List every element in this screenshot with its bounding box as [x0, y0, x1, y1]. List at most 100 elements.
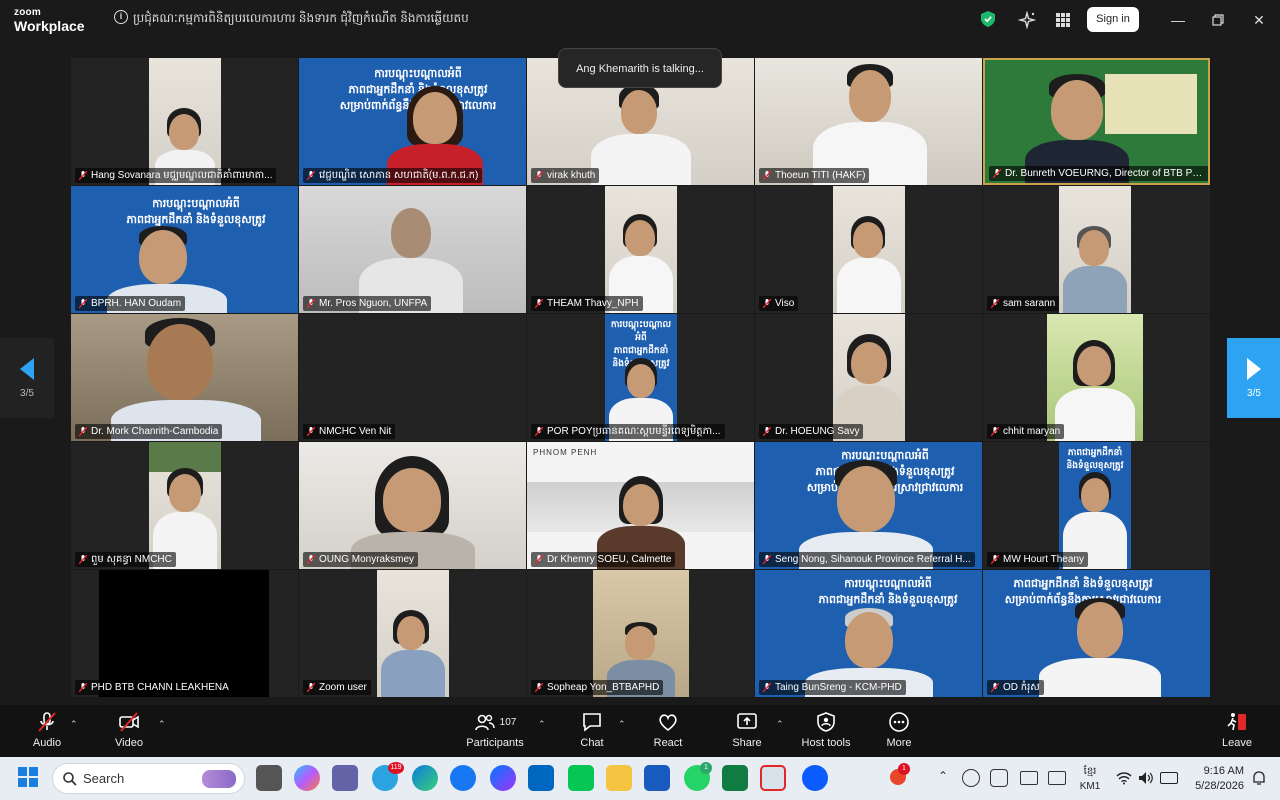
- pen-icon[interactable]: [990, 769, 1008, 787]
- video-button[interactable]: Video: [113, 711, 145, 755]
- video-tile[interactable]: Dr. Bunreth VOEURNG, Director of BTB PH.…: [983, 58, 1210, 185]
- chevron-up-icon[interactable]: ⌃: [938, 769, 948, 783]
- line-icon[interactable]: [568, 765, 594, 791]
- restore-icon[interactable]: [1208, 10, 1228, 30]
- video-off-icon: [119, 712, 139, 732]
- video-tile[interactable]: PHD BTB CHANN LEAKHENA: [71, 570, 298, 697]
- video-tile[interactable]: ការបណ្តុះបណ្តាលអំពីភាពជាអ្នកដឹកនាំ និងទំ…: [527, 314, 754, 441]
- word-icon[interactable]: [644, 765, 670, 791]
- host-tools-button[interactable]: Host tools: [800, 711, 852, 755]
- wifi-icon[interactable]: [1116, 771, 1132, 785]
- system-clock[interactable]: 9:16 AM 5/28/2026: [1188, 764, 1244, 794]
- ai-companion-icon[interactable]: [1014, 7, 1040, 33]
- video-tile[interactable]: ការបណ្តុះបណ្តាលអំពីភាពជាអ្នកដឹកនាំ និងទំ…: [755, 570, 982, 697]
- snipping-tool-icon[interactable]: [760, 765, 786, 791]
- participant-name: Viso: [759, 296, 799, 311]
- taskbar-search-box[interactable]: Search: [52, 763, 245, 794]
- telegram-badge: 119: [388, 762, 404, 774]
- video-tile[interactable]: NMCHC Ven Nit: [299, 314, 526, 441]
- phnom-penh-text: PHNOM PENH: [533, 448, 598, 457]
- network-status-icon[interactable]: [962, 769, 980, 787]
- muted-mic-icon: [79, 171, 87, 180]
- video-tile[interactable]: Dr. Mork Chanrith-Cambodia: [71, 314, 298, 441]
- participants-button[interactable]: 107 Participants: [466, 711, 524, 755]
- windows-start-icon[interactable]: [16, 765, 42, 791]
- previous-page-button[interactable]: 3/5: [0, 338, 54, 418]
- muted-mic-icon: [38, 712, 56, 732]
- audio-button[interactable]: Audio: [30, 711, 64, 755]
- close-icon[interactable]: ✕: [1249, 10, 1269, 30]
- video-tile[interactable]: Thoeun TITI (HAKF): [755, 58, 982, 185]
- video-tile[interactable]: ការបណ្តុះបណ្តាលអំពីភាពជាអ្នកដឹកនាំ និងទំ…: [71, 186, 298, 313]
- excel-icon[interactable]: [722, 765, 748, 791]
- volume-icon[interactable]: [1138, 771, 1154, 785]
- video-tile[interactable]: Mr. Pros Nguon, UNFPA: [299, 186, 526, 313]
- video-tile[interactable]: chhit maryan: [983, 314, 1210, 441]
- display-icon[interactable]: [1048, 771, 1066, 785]
- title-bar: zoom Workplace i ប្រជុំគណៈកម្មការពិនិត្យ…: [0, 0, 1280, 40]
- brand-line1: zoom: [14, 7, 41, 18]
- video-tile[interactable]: ការបណ្តុះបណ្តាលអំពីភាពជាអ្នកដឹកនាំ និងទំ…: [299, 58, 526, 185]
- video-tile[interactable]: THEAM Thavy_NPH: [527, 186, 754, 313]
- telegram-icon[interactable]: 119: [372, 762, 404, 791]
- share-options-caret[interactable]: ⌃: [776, 719, 784, 730]
- participants-count: 107: [499, 716, 517, 728]
- keyboard-icon[interactable]: [1020, 771, 1038, 785]
- participant-name: Sopheap Yon_BTBAPHD: [531, 680, 664, 695]
- react-button[interactable]: React: [652, 711, 684, 755]
- participant-name: sam sarann: [987, 296, 1060, 311]
- facebook-icon[interactable]: [450, 765, 476, 791]
- video-tile[interactable]: OUNG Monyraksmey: [299, 442, 526, 569]
- notification-bell-icon[interactable]: [1250, 769, 1268, 787]
- sign-in-button[interactable]: Sign in: [1087, 7, 1139, 32]
- zoom-taskbar-icon[interactable]: [802, 765, 828, 791]
- copilot-icon[interactable]: [294, 765, 320, 791]
- video-tile[interactable]: ពួម សុគន្ធា NMCHC: [71, 442, 298, 569]
- video-tile[interactable]: Zoom user: [299, 570, 526, 697]
- chat-icon: [583, 713, 601, 732]
- clock-time: 9:16 AM: [1203, 765, 1244, 777]
- shield-icon: [817, 712, 835, 732]
- page-indicator-left: 3/5: [20, 387, 34, 399]
- video-options-caret[interactable]: ⌃: [158, 719, 166, 730]
- video-tile[interactable]: ការបណ្តុះបណ្តាលអំពីភាពជាអ្នកដឹកនាំ និងទំ…: [755, 442, 982, 569]
- teams-icon[interactable]: [332, 765, 358, 791]
- share-button[interactable]: Share: [732, 711, 762, 755]
- chat-button[interactable]: Chat: [578, 711, 606, 755]
- edge-icon[interactable]: [412, 765, 438, 791]
- chat-options-caret[interactable]: ⌃: [618, 719, 626, 730]
- video-tile[interactable]: Sopheap Yon_BTBAPHD: [527, 570, 754, 697]
- battery-icon[interactable]: [1160, 772, 1178, 784]
- participant-name: ពួម សុគន្ធា NMCHC: [75, 552, 176, 567]
- audio-options-caret[interactable]: ⌃: [70, 719, 78, 730]
- whatsapp-icon[interactable]: 1: [684, 762, 712, 791]
- encryption-shield-icon[interactable]: [981, 11, 995, 27]
- video-tile[interactable]: ភាពជាអ្នកដឹកនាំ និងទំនួលខុសត្រូវ MW Hour…: [983, 442, 1210, 569]
- participant-name: PHD BTB CHANN LEAKHENA: [75, 680, 233, 695]
- video-tile[interactable]: Hang Sovanara មជ្ឈមណ្ឌលជាតិគាំពារមាតា...: [71, 58, 298, 185]
- video-tile[interactable]: sam sarann: [983, 186, 1210, 313]
- participant-name: THEAM Thavy_NPH: [531, 296, 643, 311]
- apps-grid-icon[interactable]: [1050, 7, 1076, 33]
- more-button[interactable]: More: [884, 711, 914, 755]
- video-tile[interactable]: Viso: [755, 186, 982, 313]
- minimize-icon[interactable]: —: [1168, 10, 1188, 30]
- participant-name: OD កំរុស: [987, 680, 1044, 695]
- video-tile[interactable]: Dr. HOEUNG Savy: [755, 314, 982, 441]
- video-tile[interactable]: ភាពជាអ្នកដឹកនាំ និងទំនួលខុសត្រូវសម្រាប់ព…: [983, 570, 1210, 697]
- participants-icon: [474, 714, 495, 731]
- more-icon: [889, 712, 909, 732]
- store-icon[interactable]: [528, 765, 554, 791]
- participants-options-caret[interactable]: ⌃: [538, 719, 546, 730]
- participant-name: virak khuth: [531, 168, 600, 183]
- leave-button[interactable]: Leave: [1222, 711, 1252, 755]
- whatsapp-badge: 1: [700, 762, 712, 774]
- file-explorer-icon[interactable]: [606, 765, 632, 791]
- notification-app-icon[interactable]: 1: [890, 763, 910, 785]
- next-page-button[interactable]: 3/5: [1227, 338, 1280, 418]
- messenger-icon[interactable]: [490, 765, 516, 791]
- task-view-icon[interactable]: [256, 765, 282, 791]
- info-icon[interactable]: i: [114, 10, 128, 24]
- input-language[interactable]: ខ្មែរ KM1: [1076, 764, 1104, 794]
- video-tile[interactable]: PHNOM PENH Dr Khemry SOEU, Calmette: [527, 442, 754, 569]
